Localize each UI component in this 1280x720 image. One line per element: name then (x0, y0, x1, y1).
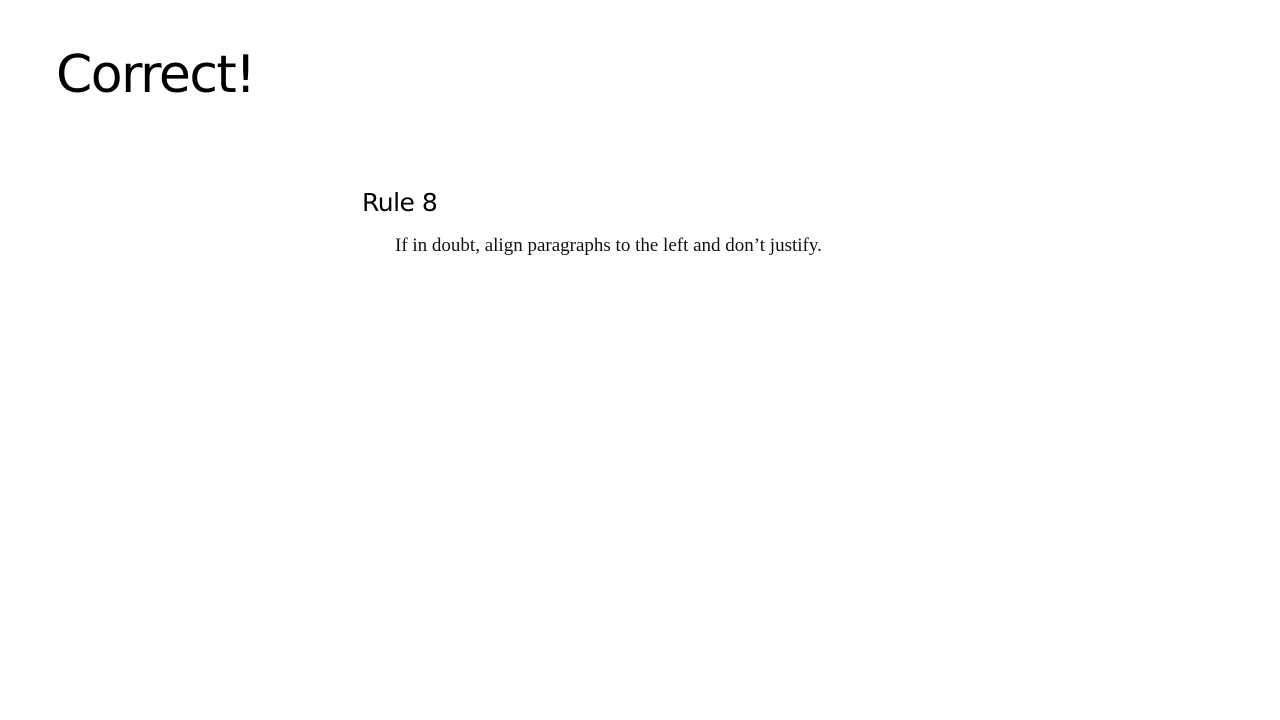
rule-card: Rule 8 If in doubt, align paragraphs to … (362, 184, 1062, 258)
result-heading: Correct! (56, 45, 256, 105)
page: Correct! Rule 8 If in doubt, align parag… (0, 0, 1280, 720)
rule-title: Rule 8 (362, 188, 438, 217)
rule-text: If in doubt, align paragraphs to the lef… (395, 235, 822, 256)
